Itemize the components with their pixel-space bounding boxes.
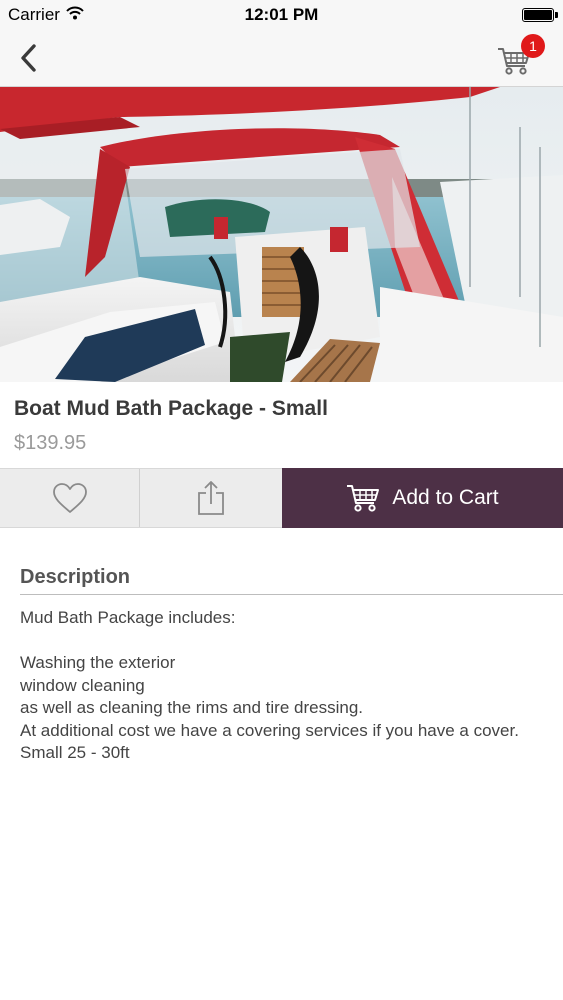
nav-bar: 1: [0, 30, 563, 87]
add-to-cart-label: Add to Cart: [392, 486, 499, 509]
status-bar: Carrier 12:01 PM: [0, 0, 563, 30]
heart-icon: [52, 483, 87, 513]
cart-button[interactable]: 1: [495, 34, 545, 80]
share-icon: [198, 481, 224, 515]
cart-count-badge: 1: [521, 34, 545, 58]
back-button[interactable]: [10, 40, 46, 76]
add-to-cart-button[interactable]: Add to Cart: [282, 468, 563, 528]
battery-icon: [522, 8, 554, 22]
action-bar: Add to Cart: [0, 468, 563, 528]
description-line: [20, 630, 520, 653]
description-text: Mud Bath Package includes: Washing the e…: [20, 607, 520, 765]
battery-tip: [555, 12, 558, 18]
description-line: At additional cost we have a covering se…: [20, 720, 519, 740]
description-line: Washing the exterior: [20, 653, 176, 672]
description-divider: [20, 594, 563, 595]
shopping-cart-icon: [347, 485, 380, 512]
description-line: as well as cleaning the rims and tire dr…: [20, 698, 363, 717]
product-image: [0, 87, 563, 382]
status-time: 12:01 PM: [244, 5, 319, 24]
product-price: $139.95: [14, 432, 87, 454]
description-heading: Description: [20, 566, 131, 588]
description-line: window cleaning: [20, 675, 145, 695]
product-title: Boat Mud Bath Package - Small: [14, 397, 328, 420]
description-line: Small 25 - 30ft: [20, 743, 130, 762]
wishlist-button[interactable]: [0, 469, 140, 527]
description-line: Mud Bath Package includes:: [20, 608, 236, 627]
chevron-left-icon: [21, 44, 36, 72]
share-button[interactable]: [140, 469, 282, 527]
